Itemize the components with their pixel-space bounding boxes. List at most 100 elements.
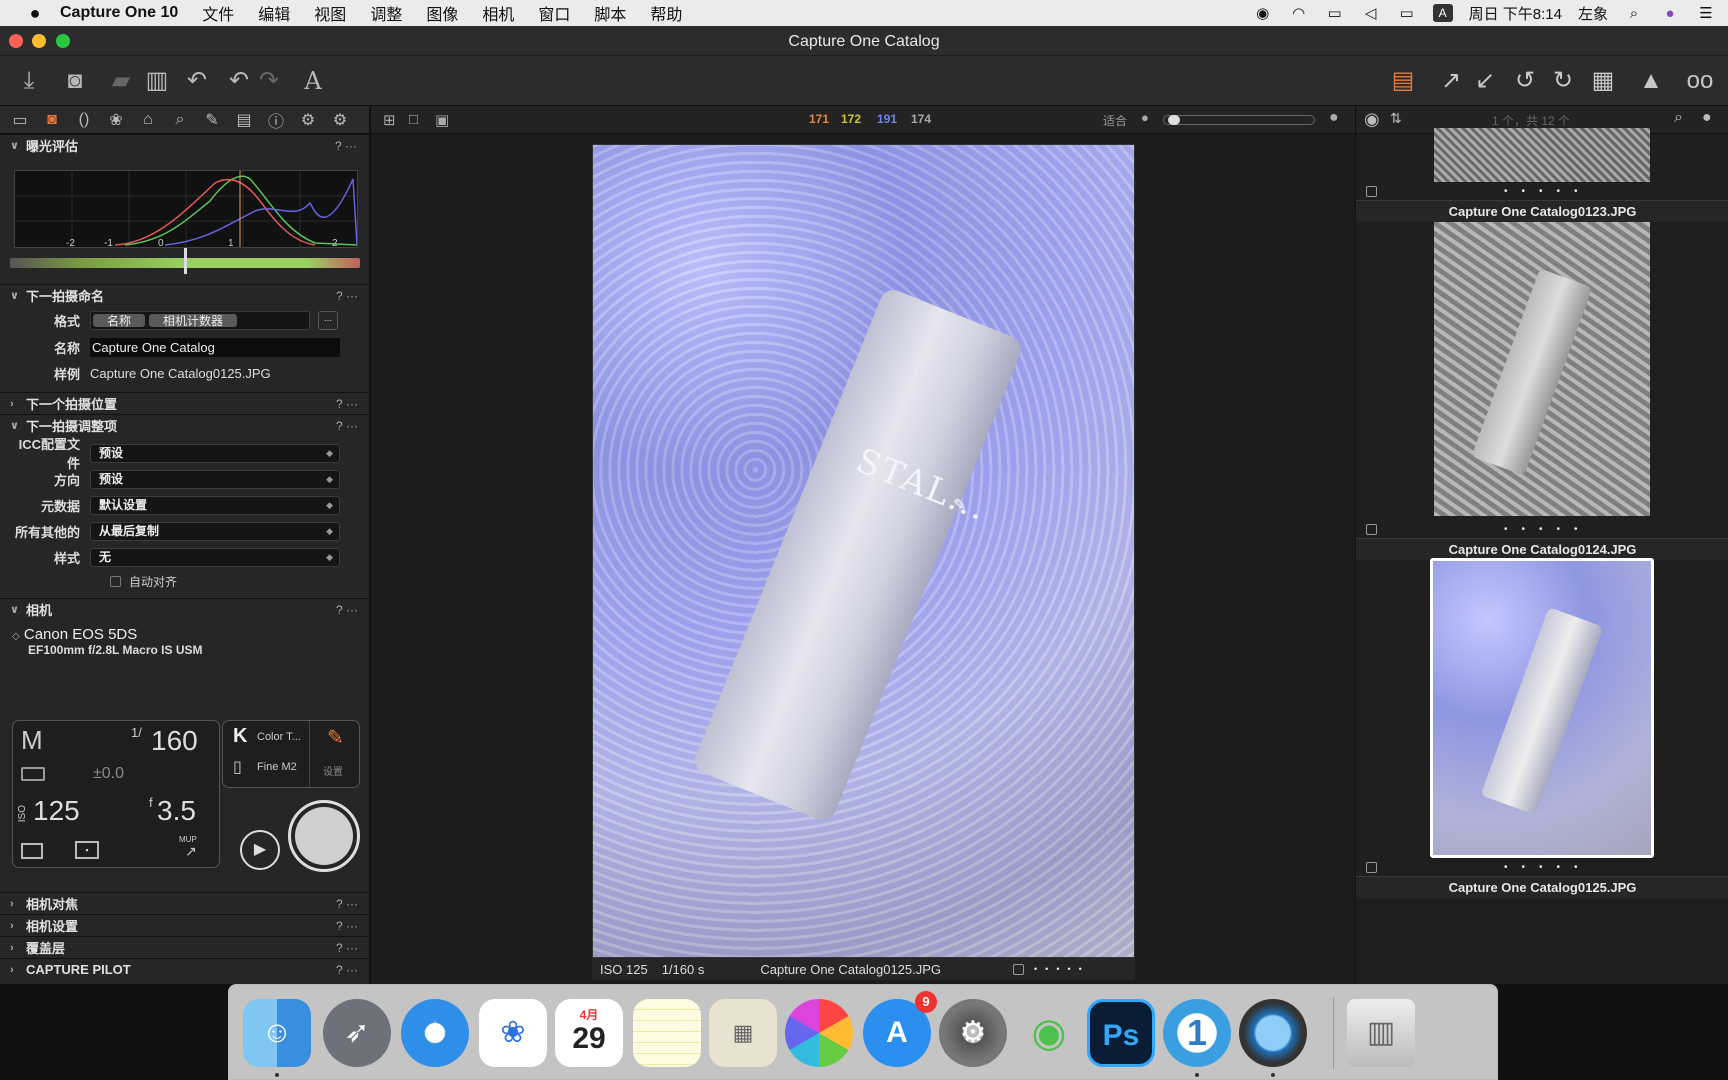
section-help-icon[interactable]: ? ··· <box>335 139 357 153</box>
camera-capture-icon[interactable]: ◙ <box>58 64 92 98</box>
import-icon[interactable]: ⤓ <box>12 64 46 98</box>
overlay-section-header[interactable]: › 覆盖层 ? ··· <box>0 936 370 958</box>
move-to-selects-icon[interactable]: ▰ <box>104 64 138 98</box>
thumb-rating-dots[interactable]: ••••• <box>1504 862 1592 873</box>
wb-picker-icon[interactable]: ✎ <box>327 725 344 750</box>
thumb-rating-dots[interactable]: ••••• <box>1504 524 1592 535</box>
naming-section-header[interactable]: ∨ 下一拍摄命名 ? ··· <box>0 284 370 306</box>
exposure-eval-section-header[interactable]: ∨ 曝光评估 ? ··· <box>0 134 369 156</box>
volume-icon[interactable]: ◁ <box>1361 4 1381 22</box>
drive-mode-icon[interactable] <box>21 843 43 859</box>
thumb-rating-dots[interactable]: ••••• <box>1504 186 1592 197</box>
exposure-tab-icon[interactable]: ⌂ <box>138 111 158 129</box>
text-annotation-icon[interactable]: A <box>296 64 330 98</box>
auto-align-checkbox[interactable] <box>110 575 121 587</box>
format-more-button[interactable]: ... <box>318 310 338 330</box>
section-help-icon[interactable]: ? ··· <box>336 919 358 933</box>
next-adjust-section-header[interactable]: ∨ 下一拍摄调整项 ? ··· <box>0 414 370 436</box>
zoom-fit-label[interactable]: 适合 <box>1103 112 1127 129</box>
zoom-slider[interactable] <box>1163 115 1315 125</box>
menu-camera[interactable]: 相机 <box>482 1 514 25</box>
menu-adjust[interactable]: 调整 <box>370 1 402 25</box>
thumbnail-image[interactable] <box>1434 222 1650 516</box>
thumb-checkbox[interactable] <box>1366 523 1377 535</box>
trash-icon[interactable]: ▥ <box>140 64 174 98</box>
camera-settings-label[interactable]: 设置 <box>323 763 343 778</box>
section-help-icon[interactable]: ? ··· <box>336 289 358 303</box>
menu-window[interactable]: 窗口 <box>538 1 570 25</box>
photos-icon[interactable] <box>785 999 853 1067</box>
thumbnail-image[interactable] <box>1434 128 1650 182</box>
menu-script[interactable]: 脚本 <box>594 1 626 25</box>
thumb-checkbox[interactable] <box>1366 861 1377 873</box>
exposure-warning-icon[interactable]: ▲ <box>1634 64 1668 98</box>
proof-view-icon[interactable]: oo <box>1680 64 1720 98</box>
redo-icon[interactable]: ↷ <box>252 64 286 98</box>
sort-icon[interactable]: ⇅ <box>1390 110 1402 127</box>
menu-view[interactable]: 视图 <box>314 1 346 25</box>
mirror-up-icon[interactable]: ↗ <box>185 843 197 860</box>
thumbnail-caption[interactable]: Capture One Catalog0125.JPG <box>1356 876 1728 898</box>
other-select[interactable]: 从最后复制 <box>90 521 340 541</box>
section-help-icon[interactable]: ? ··· <box>336 963 358 977</box>
orientation-select[interactable]: 预设 <box>90 469 340 489</box>
wechat-icon[interactable]: ◉ <box>1015 999 1083 1067</box>
undo-icon[interactable]: ↶ <box>222 64 256 98</box>
thumbnail-image-selected[interactable] <box>1430 558 1654 858</box>
video-record-icon[interactable]: ▶ <box>240 830 280 870</box>
reset-icon[interactable]: ↶ <box>180 64 214 98</box>
custom-tab-icon[interactable]: ⚙ <box>330 110 350 130</box>
browser-search-icon[interactable]: ⌕ <box>1674 109 1683 127</box>
user-name[interactable]: 左象 <box>1578 3 1608 24</box>
siri-icon[interactable]: ● <box>1660 5 1680 22</box>
capture-button[interactable] <box>288 800 360 872</box>
icc-select[interactable]: 预设 <box>90 443 340 463</box>
safari-icon[interactable]: ✧ <box>401 999 469 1067</box>
browser-user-icon[interactable]: ● <box>1702 109 1712 127</box>
color-temp-value[interactable]: Color T... <box>257 731 301 743</box>
reset-adjustments-icon[interactable]: ↺ <box>1508 64 1542 98</box>
metadata-select[interactable]: 默认设置 <box>90 495 340 515</box>
camera-section-header[interactable]: ∨ 相机 ? ··· <box>0 598 370 620</box>
photoshop-icon[interactable]: Ps <box>1087 999 1155 1067</box>
calendar-icon[interactable]: 4月 29 <box>555 999 623 1067</box>
app-menu[interactable]: Capture One 10 <box>60 4 178 22</box>
style-select[interactable]: 无 <box>90 547 340 567</box>
name-input[interactable]: Capture One Catalog <box>90 337 340 357</box>
grid-overlay-icon[interactable]: ▦ <box>1586 64 1620 98</box>
format-token-field[interactable]: 名称 相机计数器 <box>90 310 310 330</box>
wifi-icon[interactable]: ◠ <box>1289 4 1309 22</box>
grid-view-icon[interactable]: ⊞ <box>383 111 396 129</box>
spotlight-search-icon[interactable]: ⌕ <box>1624 5 1644 22</box>
camera-settings-section-header[interactable]: › 相机设置 ? ··· <box>0 914 370 936</box>
apply-adjustments-down-icon[interactable]: ↙ <box>1468 64 1502 98</box>
section-help-icon[interactable]: ? ··· <box>336 941 358 955</box>
section-help-icon[interactable]: ? ··· <box>336 603 358 617</box>
rating-dots[interactable]: ••••• <box>1034 964 1090 974</box>
onepassword-icon[interactable]: 1 <box>1163 999 1231 1067</box>
shutter-speed[interactable]: 160 <box>151 725 198 757</box>
output-tab-icon[interactable]: ▤ <box>234 110 254 130</box>
capture-pilot-section-header[interactable]: › CAPTURE PILOT ? ··· <box>0 958 370 980</box>
menu-edit[interactable]: 编辑 <box>258 1 290 25</box>
white-balance-icon[interactable]: K <box>233 725 247 748</box>
capture-tab-icon[interactable]: ◙ <box>42 111 62 129</box>
filter-eye-icon[interactable]: ◉ <box>1364 109 1380 130</box>
input-method-icon[interactable]: A <box>1432 4 1453 22</box>
clock[interactable]: 周日 下午8:14 <box>1469 3 1562 24</box>
camera-focus-section-header[interactable]: › 相机对焦 ? ··· <box>0 892 370 914</box>
metering-icon[interactable]: ▪ <box>75 841 99 859</box>
airplay-icon[interactable]: ▭ <box>1325 4 1345 22</box>
zoom-slider-thumb[interactable] <box>1168 115 1180 125</box>
apple-menu-icon[interactable]: ● <box>24 3 46 24</box>
menu-help[interactable]: 帮助 <box>650 1 682 25</box>
section-help-icon[interactable]: ? ··· <box>336 419 358 433</box>
thumbnail-caption[interactable]: Capture One Catalog0123.JPG <box>1356 200 1728 222</box>
local-adjust-tab-icon[interactable]: ✎ <box>202 110 222 130</box>
app-store-icon[interactable]: A 9 <box>863 991 937 1067</box>
capture-one-icon[interactable] <box>1239 999 1307 1067</box>
settings-tab-icon[interactable]: ⚙ <box>298 110 318 130</box>
copy-adjustments-icon[interactable]: ↗ <box>1434 64 1468 98</box>
notes-icon[interactable] <box>633 999 701 1067</box>
notification-center-icon[interactable]: ☰ <box>1696 4 1716 22</box>
